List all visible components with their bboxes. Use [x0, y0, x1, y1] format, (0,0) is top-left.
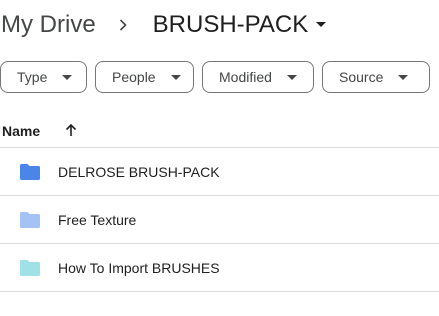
sort-ascending-button[interactable] — [59, 118, 83, 142]
folder-name: Free Texture — [58, 211, 137, 228]
caret-down-icon — [286, 74, 297, 80]
breadcrumb: My Drive BRUSH-PACK — [0, 6, 327, 44]
filter-modified-chip[interactable]: Modified — [202, 61, 314, 93]
filter-type-chip[interactable]: Type — [0, 61, 87, 93]
folder-icon — [20, 163, 40, 180]
list-item[interactable]: How To Import BRUSHES — [0, 244, 439, 292]
caret-down-icon — [316, 22, 327, 28]
current-folder-title: BRUSH-PACK — [152, 11, 309, 38]
column-header-name[interactable]: Name — [2, 123, 40, 139]
breadcrumb-my-drive[interactable]: My Drive — [0, 11, 96, 39]
filter-people-label: People — [112, 69, 156, 85]
folder-name: DELROSE BRUSH-PACK — [58, 163, 220, 180]
list-header: Name — [0, 112, 439, 148]
caret-down-icon — [398, 74, 409, 80]
folder-icon — [20, 259, 40, 276]
folder-list: DELROSE BRUSH-PACK Free Texture How To I… — [0, 148, 439, 292]
chevron-right-icon — [117, 19, 129, 31]
folder-icon — [20, 211, 40, 228]
filter-source-label: Source — [339, 69, 384, 85]
filter-bar: Type People Modified Source — [0, 61, 430, 93]
caret-down-icon — [170, 74, 181, 80]
caret-down-icon — [62, 74, 73, 80]
arrow-up-icon — [66, 123, 77, 136]
list-item[interactable]: DELROSE BRUSH-PACK — [0, 148, 439, 196]
list-item[interactable]: Free Texture — [0, 196, 439, 244]
current-folder-menu[interactable]: BRUSH-PACK — [153, 11, 327, 39]
filter-type-label: Type — [17, 69, 48, 85]
filter-people-chip[interactable]: People — [95, 61, 194, 93]
filter-source-chip[interactable]: Source — [322, 61, 430, 93]
filter-modified-label: Modified — [219, 69, 272, 85]
folder-name: How To Import BRUSHES — [58, 259, 220, 276]
